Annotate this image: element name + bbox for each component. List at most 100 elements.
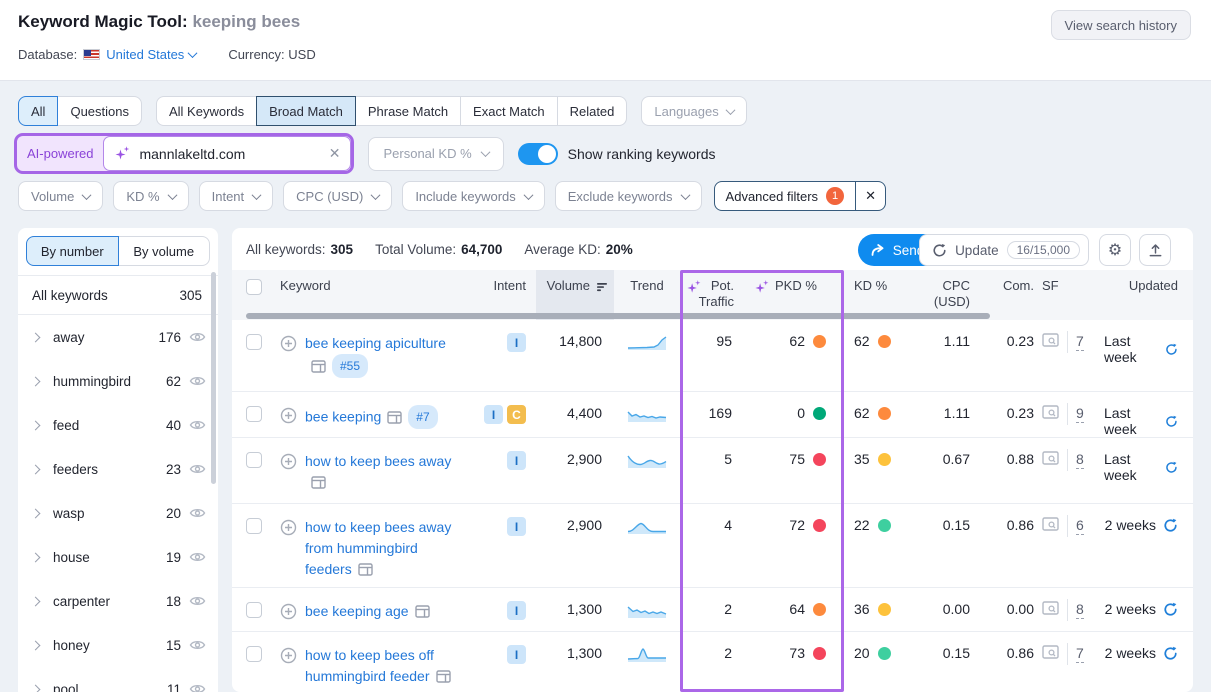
add-keyword-button[interactable] <box>280 335 297 378</box>
keyword-link[interactable]: how to keep bees away <box>305 453 451 469</box>
sidebar-all-keywords[interactable]: All keywords 305 <box>18 275 218 315</box>
sf-count[interactable]: 7 <box>1076 333 1084 351</box>
sidebar-item-feed[interactable]: feed40 <box>18 403 218 447</box>
row-checkbox[interactable] <box>246 452 262 468</box>
preview-eye-button[interactable] <box>189 419 206 431</box>
sidebar-item-hummingbird[interactable]: hummingbird62 <box>18 359 218 403</box>
refresh-metrics-icon[interactable] <box>1163 602 1178 617</box>
add-keyword-icon[interactable] <box>280 407 297 424</box>
trend-cell[interactable] <box>614 504 680 535</box>
filter-kd-[interactable]: KD % <box>113 181 188 211</box>
intent-badge-i[interactable]: I <box>507 645 526 664</box>
intent-badge-i[interactable]: I <box>507 451 526 470</box>
sf-count[interactable]: 6 <box>1076 517 1084 535</box>
preview-eye-button[interactable] <box>189 595 206 607</box>
intent-badge-c[interactable]: C <box>507 405 526 424</box>
sf-count[interactable]: 9 <box>1076 405 1084 423</box>
sidebar-scrollbar[interactable] <box>211 272 216 484</box>
refresh-metrics-icon[interactable] <box>1165 414 1178 429</box>
serp-snapshot-icon[interactable] <box>358 563 373 576</box>
sidebar-item-honey[interactable]: honey15 <box>18 623 218 667</box>
row-checkbox[interactable] <box>246 406 262 422</box>
add-keyword-icon[interactable] <box>280 603 297 620</box>
serp-snapshot-icon[interactable] <box>387 411 402 424</box>
intent-badge-i[interactable]: I <box>484 405 503 424</box>
sf-count[interactable]: 8 <box>1076 451 1084 469</box>
horizontal-scrollbar[interactable] <box>246 313 990 319</box>
tab-exact-match[interactable]: Exact Match <box>460 96 558 126</box>
preview-eye-button[interactable] <box>189 463 206 475</box>
serp-features-icon[interactable] <box>1042 451 1059 465</box>
domain-input-box[interactable]: ✕ <box>103 136 351 171</box>
refresh-metrics-icon[interactable] <box>1165 460 1178 475</box>
sidebar-item-feeders[interactable]: feeders23 <box>18 447 218 491</box>
tab-all[interactable]: All <box>18 96 58 126</box>
tab-related[interactable]: Related <box>557 96 628 126</box>
row-checkbox[interactable] <box>246 518 262 534</box>
serp-snapshot-icon[interactable] <box>415 605 430 618</box>
serp-features-icon[interactable] <box>1042 333 1059 347</box>
update-button[interactable]: Update 16/15,000 <box>919 234 1089 266</box>
sidebar-item-carpenter[interactable]: carpenter18 <box>18 579 218 623</box>
filter-intent[interactable]: Intent <box>199 181 274 211</box>
filter-cpc-usd-[interactable]: CPC (USD) <box>283 181 392 211</box>
intent-badge-i[interactable]: I <box>507 333 526 352</box>
add-keyword-button[interactable] <box>280 519 297 580</box>
sort-by-number-tab[interactable]: By number <box>26 236 119 266</box>
add-keyword-icon[interactable] <box>280 519 297 536</box>
database-select[interactable]: United States <box>106 47 196 62</box>
row-checkbox[interactable] <box>246 646 262 662</box>
preview-eye-button[interactable] <box>189 331 206 343</box>
add-keyword-button[interactable] <box>280 407 297 429</box>
keyword-link[interactable]: how to keep bees away from hummingbird f… <box>305 519 451 577</box>
keyword-link[interactable]: how to keep bees off hummingbird feeder <box>305 647 434 684</box>
serp-features-icon[interactable] <box>1042 601 1059 615</box>
table-settings-button[interactable]: ⚙ <box>1099 234 1131 266</box>
col-com[interactable]: Com. <box>984 270 1040 320</box>
preview-eye-button[interactable] <box>189 551 206 563</box>
add-keyword-icon[interactable] <box>280 335 297 352</box>
refresh-metrics-icon[interactable] <box>1163 518 1178 533</box>
filter-volume[interactable]: Volume <box>18 181 103 211</box>
tab-phrase-match[interactable]: Phrase Match <box>355 96 461 126</box>
clear-input-icon[interactable]: ✕ <box>329 145 341 162</box>
row-checkbox[interactable] <box>246 334 262 350</box>
refresh-metrics-icon[interactable] <box>1165 342 1178 357</box>
serp-snapshot-icon[interactable] <box>436 670 451 683</box>
col-sf[interactable]: SF <box>1040 270 1104 320</box>
trend-cell[interactable] <box>614 632 680 663</box>
keyword-link[interactable]: bee keeping <box>305 409 381 425</box>
add-keyword-button[interactable] <box>280 603 297 622</box>
serp-snapshot-icon[interactable] <box>311 476 326 489</box>
preview-eye-button[interactable] <box>189 639 206 651</box>
advanced-filters-clear-button[interactable]: ✕ <box>856 181 886 211</box>
sidebar-item-house[interactable]: house19 <box>18 535 218 579</box>
filter-exclude-keywords[interactable]: Exclude keywords <box>555 181 702 211</box>
refresh-metrics-icon[interactable] <box>1163 646 1178 661</box>
tab-all-keywords[interactable]: All Keywords <box>156 96 257 126</box>
advanced-filters-button[interactable]: Advanced filters1 <box>714 181 857 211</box>
sidebar-item-pool[interactable]: pool11 <box>18 667 218 692</box>
preview-eye-button[interactable] <box>189 507 206 519</box>
export-button[interactable] <box>1139 234 1171 266</box>
sidebar-item-away[interactable]: away176 <box>18 315 218 359</box>
sort-by-volume-tab[interactable]: By volume <box>118 236 211 266</box>
serp-features-icon[interactable] <box>1042 645 1059 659</box>
trend-cell[interactable] <box>614 588 680 619</box>
filter-include-keywords[interactable]: Include keywords <box>402 181 544 211</box>
trend-cell[interactable] <box>614 438 680 469</box>
col-updated[interactable]: Updated <box>1104 270 1180 320</box>
intent-badge-i[interactable]: I <box>507 601 526 620</box>
view-search-history-button[interactable]: View search history <box>1051 10 1191 40</box>
intent-badge-i[interactable]: I <box>507 517 526 536</box>
tab-broad-match[interactable]: Broad Match <box>256 96 356 126</box>
keyword-link[interactable]: bee keeping apiculture <box>305 335 446 351</box>
preview-eye-button[interactable] <box>189 375 206 387</box>
row-checkbox[interactable] <box>246 602 262 618</box>
serp-features-icon[interactable] <box>1042 405 1059 419</box>
add-keyword-button[interactable] <box>280 453 297 493</box>
personal-kd-dropdown[interactable]: Personal KD % <box>368 137 503 171</box>
sidebar-item-wasp[interactable]: wasp20 <box>18 491 218 535</box>
add-keyword-icon[interactable] <box>280 453 297 470</box>
search-input[interactable] <box>139 146 320 162</box>
